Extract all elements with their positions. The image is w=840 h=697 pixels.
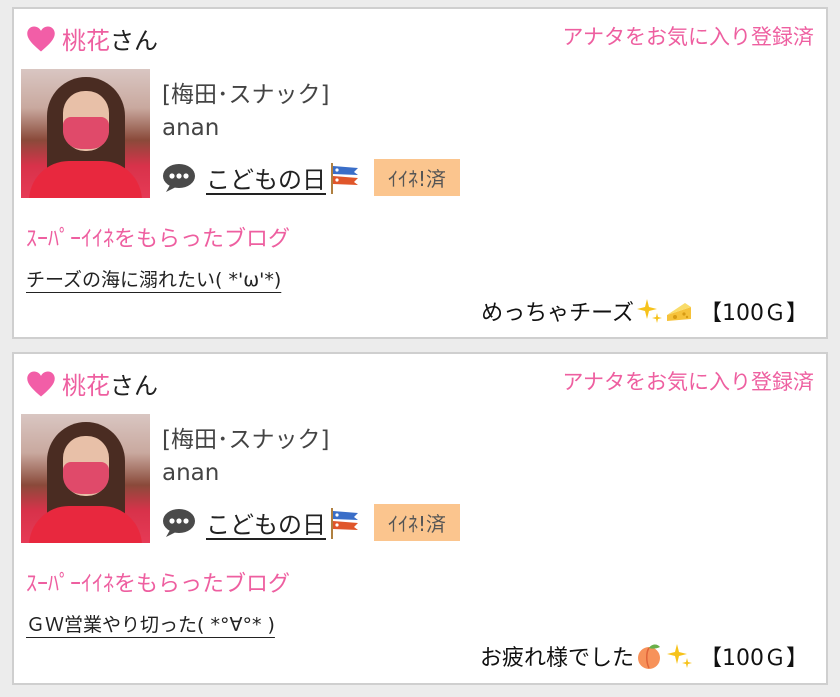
post-title-link[interactable]: チーズの海に溺れたい( *'ω'*) <box>26 265 281 292</box>
gift-amount: 【100Ｇ】 <box>700 646 808 671</box>
cheese-icon <box>667 303 691 321</box>
blog-title-link[interactable]: こどもの日 <box>206 505 326 540</box>
avatar-mask <box>63 462 109 494</box>
blog-row: こどもの日 ｲｲﾈ!済 <box>162 159 461 196</box>
shop-label: [梅田･スナック] <box>162 427 330 453</box>
user-row: 桃花 さん <box>26 21 158 56</box>
avatar-dress <box>29 161 142 198</box>
blog-row: こどもの日 ｲｲﾈ!済 <box>162 504 461 541</box>
avatar-mask <box>63 117 109 149</box>
message-row: お疲れ様でした 【100Ｇ】 <box>480 640 808 672</box>
carp-streamer-icon <box>331 162 358 194</box>
user-name-link[interactable]: 桃花 <box>62 21 110 56</box>
peach-icon <box>638 644 660 669</box>
super-like-card: 桃花 さん アナタをお気に入り登録済 [梅田･スナック] anan こどもの日 … <box>12 7 828 339</box>
cast-name: anan <box>162 115 220 141</box>
carp-streamer-icon <box>331 507 358 539</box>
heart-icon <box>27 371 55 396</box>
message-row: めっちゃチーズ 【100Ｇ】 <box>481 295 808 327</box>
favorite-status: アナタをお気に入り登録済 <box>562 370 814 394</box>
cast-avatar[interactable] <box>21 69 150 198</box>
super-like-blog-label: ｽｰﾊﾟｰｲｲﾈをもらったブログ <box>26 572 291 597</box>
user-name-link[interactable]: 桃花 <box>62 366 110 401</box>
user-row: 桃花 さん <box>26 366 158 401</box>
sparkles-icon <box>667 644 692 668</box>
sparkles-icon <box>637 299 662 323</box>
message-text: お疲れ様でした <box>479 646 634 671</box>
speech-bubble-icon <box>163 508 195 537</box>
iine-status-badge: ｲｲﾈ!済 <box>374 159 461 196</box>
message-text: めっちゃチーズ <box>481 301 634 326</box>
cast-name: anan <box>162 460 220 486</box>
honorific: さん <box>110 372 158 400</box>
iine-status-badge: ｲｲﾈ!済 <box>374 504 461 541</box>
honorific: さん <box>110 27 158 55</box>
post-title-link[interactable]: ＧＷ営業やり切った( *°∀°* ) <box>26 610 275 637</box>
shop-label: [梅田･スナック] <box>162 82 330 108</box>
avatar-dress <box>29 506 142 543</box>
gift-amount: 【100Ｇ】 <box>700 301 808 326</box>
speech-bubble-icon <box>163 163 195 192</box>
super-like-blog-label: ｽｰﾊﾟｰｲｲﾈをもらったブログ <box>26 227 291 252</box>
cast-avatar[interactable] <box>21 414 150 543</box>
blog-title-link[interactable]: こどもの日 <box>206 160 326 195</box>
heart-icon <box>27 26 55 51</box>
super-like-card: 桃花 さん アナタをお気に入り登録済 [梅田･スナック] anan こどもの日 … <box>12 352 828 685</box>
favorite-status: アナタをお気に入り登録済 <box>562 25 814 49</box>
